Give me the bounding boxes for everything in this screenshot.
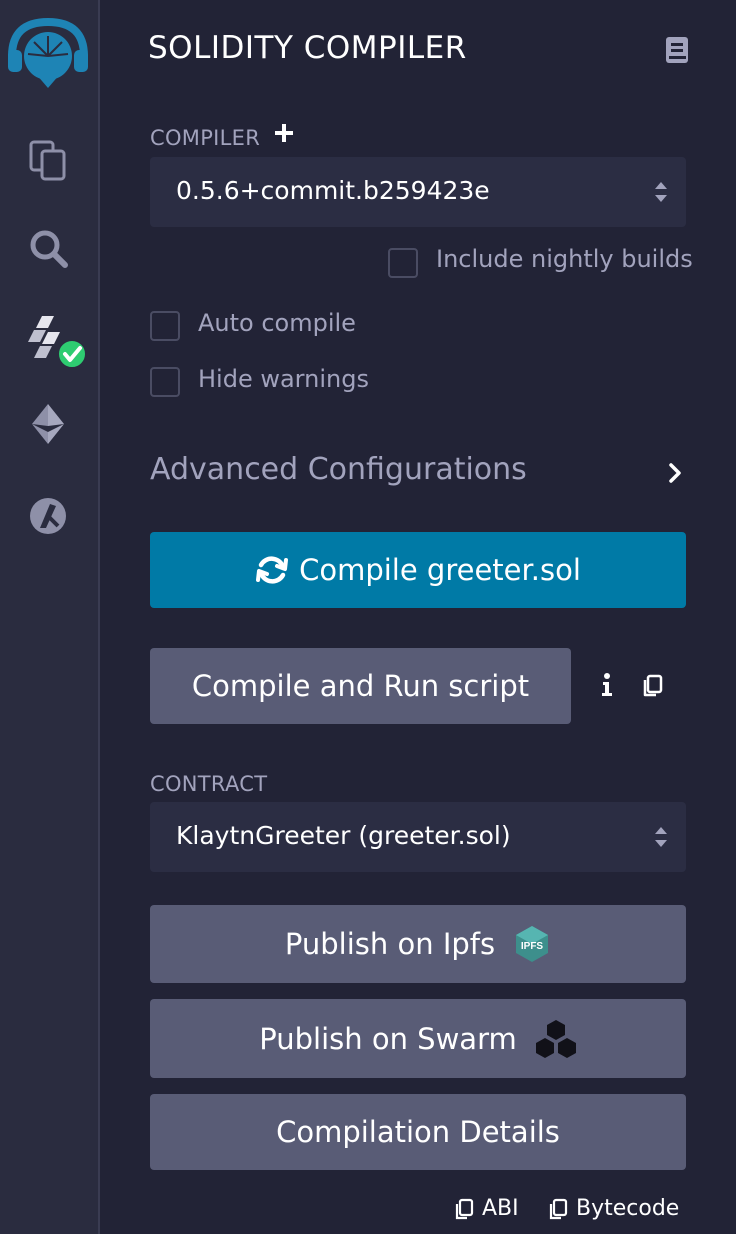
copy-abi-button[interactable]: ABI	[454, 1196, 519, 1221]
icon-sidebar	[0, 0, 100, 1234]
compiler-label: COMPILER	[150, 126, 261, 150]
advanced-configurations-toggle[interactable]: Advanced Configurations	[150, 452, 527, 487]
select-arrows-icon	[654, 179, 668, 205]
compile-and-run-label: Compile and Run script	[191, 669, 530, 703]
hide-warnings-checkbox[interactable]	[150, 367, 180, 397]
solidity-compiler-icon[interactable]	[20, 314, 90, 370]
compile-button[interactable]: Compile greeter.sol	[150, 532, 686, 608]
hide-warnings-label: Hide warnings	[198, 365, 369, 393]
publish-swarm-button[interactable]: Publish on Swarm	[150, 999, 686, 1078]
copy-icon[interactable]	[641, 674, 663, 702]
refresh-icon	[255, 553, 289, 587]
file-explorer-icon[interactable]	[24, 136, 72, 184]
documentation-icon[interactable]	[665, 36, 689, 64]
auto-compile-checkbox[interactable]	[150, 311, 180, 341]
compilation-details-button[interactable]: Compilation Details	[150, 1094, 686, 1170]
compiler-version-value: 0.5.6+commit.b259423e	[176, 176, 490, 205]
compilation-details-label: Compilation Details	[276, 1115, 560, 1149]
copy-bytecode-button[interactable]: Bytecode	[548, 1196, 679, 1221]
remix-logo-icon[interactable]	[6, 14, 90, 90]
solidity-compiler-panel: SOLIDITY COMPILER COMPILER 0.5.6+commit.…	[100, 0, 736, 1234]
swarm-icon	[535, 1018, 577, 1060]
abi-label: ABI	[482, 1196, 519, 1221]
page-title: SOLIDITY COMPILER	[148, 30, 467, 66]
contract-select[interactable]: KlaytnGreeter (greeter.sol)	[150, 802, 686, 872]
klaytn-plugin-icon[interactable]	[24, 492, 72, 540]
info-icon[interactable]	[600, 672, 614, 702]
svg-text:IPFS: IPFS	[521, 941, 544, 952]
compile-and-run-button[interactable]: Compile and Run script	[150, 648, 571, 724]
select-arrows-icon	[654, 824, 668, 850]
copy-icon	[549, 1198, 568, 1219]
chevron-right-icon[interactable]	[668, 462, 682, 484]
contract-select-value: KlaytnGreeter (greeter.sol)	[176, 821, 511, 850]
add-compiler-plus-icon[interactable]	[273, 122, 295, 144]
publish-swarm-label: Publish on Swarm	[259, 1021, 517, 1056]
publish-ipfs-button[interactable]: Publish on Ipfs IPFS	[150, 905, 686, 983]
ipfs-icon: IPFS	[513, 924, 551, 964]
auto-compile-label: Auto compile	[198, 309, 356, 337]
search-icon[interactable]	[24, 224, 72, 272]
copy-icon	[455, 1198, 474, 1219]
bytecode-label: Bytecode	[576, 1196, 680, 1221]
compiler-version-select[interactable]: 0.5.6+commit.b259423e	[150, 157, 686, 227]
compile-button-label: Compile greeter.sol	[299, 553, 581, 587]
publish-ipfs-label: Publish on Ipfs	[284, 927, 496, 961]
contract-label: CONTRACT	[150, 772, 268, 796]
include-nightly-label: Include nightly builds	[436, 245, 693, 273]
include-nightly-checkbox[interactable]	[388, 248, 418, 278]
deploy-run-icon[interactable]	[24, 400, 72, 448]
